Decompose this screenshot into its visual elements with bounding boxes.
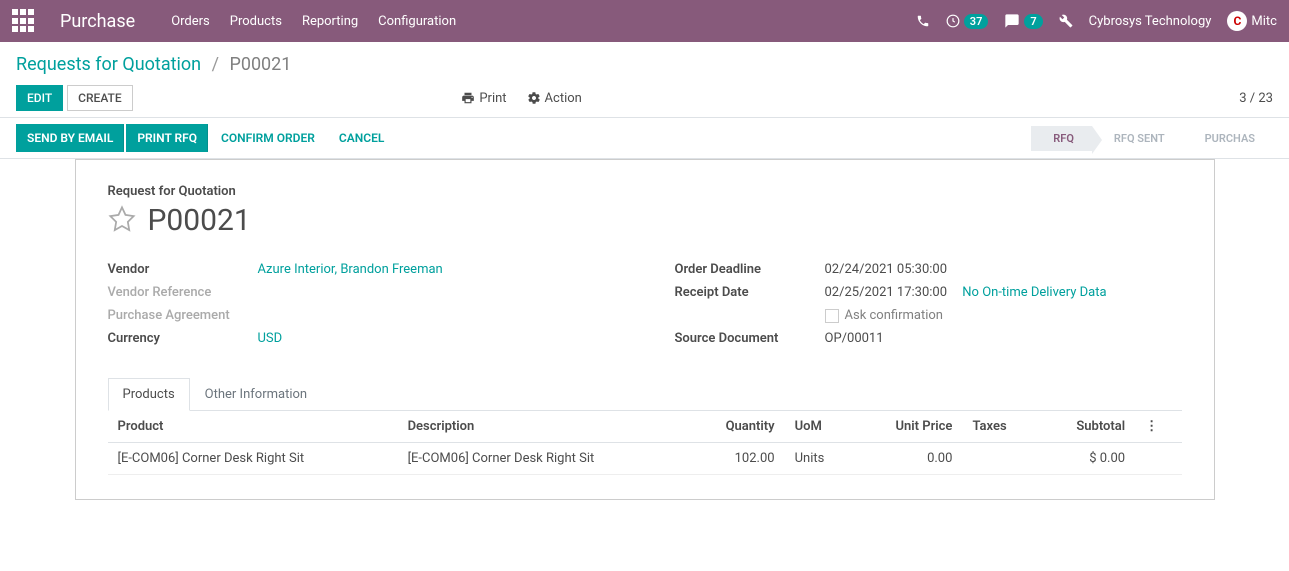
status-bar: Send by Email Print RFQ Confirm Order Ca…: [0, 117, 1289, 159]
label-source-document: Source Document: [675, 331, 825, 346]
status-step-rfq-sent[interactable]: RFQ SENT: [1092, 126, 1183, 151]
tab-other-information[interactable]: Other Information: [190, 378, 322, 411]
th-kebab-icon[interactable]: ⋮: [1135, 411, 1181, 443]
activity-icon[interactable]: 37: [946, 14, 989, 29]
app-title[interactable]: Purchase: [60, 11, 135, 32]
th-subtotal[interactable]: Subtotal: [1039, 411, 1136, 443]
cell-quantity: 102.00: [688, 443, 785, 475]
user-menu[interactable]: C Mitc: [1227, 11, 1277, 31]
ask-confirmation-checkbox[interactable]: [825, 309, 839, 323]
cancel-button[interactable]: Cancel: [328, 124, 395, 152]
cell-unit-price: 0.00: [854, 443, 962, 475]
breadcrumb-current: P00021: [229, 54, 291, 75]
status-step-rfq[interactable]: RFQ: [1031, 126, 1092, 151]
control-panel: Requests for Quotation / P00021 Edit Cre…: [0, 42, 1289, 117]
main-menu: Orders Products Reporting Configuration: [171, 14, 456, 29]
pager[interactable]: 3 / 23: [1239, 91, 1273, 106]
print-dropdown[interactable]: Print: [461, 91, 506, 106]
priority-star-icon[interactable]: [108, 205, 136, 237]
value-currency[interactable]: USD: [258, 331, 283, 346]
print-label: Print: [479, 91, 506, 106]
label-currency: Currency: [108, 331, 258, 346]
phone-icon[interactable]: [916, 14, 930, 28]
confirm-order-button[interactable]: Confirm Order: [210, 124, 326, 152]
th-taxes[interactable]: Taxes: [962, 411, 1038, 443]
company-switcher[interactable]: Cybrosys Technology: [1089, 14, 1212, 29]
form-tabs: Products Other Information: [108, 378, 1182, 411]
status-steps: RFQ RFQ SENT PURCHAS: [1031, 126, 1273, 151]
gear-icon: [527, 91, 541, 105]
activity-badge: 37: [964, 14, 989, 29]
debug-icon[interactable]: [1059, 14, 1073, 28]
send-by-email-button[interactable]: Send by Email: [16, 124, 124, 152]
form-subtitle: Request for Quotation: [108, 184, 1182, 199]
th-uom[interactable]: UoM: [785, 411, 855, 443]
receipt-date-text: 02/25/2021 17:30:00: [825, 285, 948, 300]
label-vendor: Vendor: [108, 262, 258, 277]
breadcrumb-separator: /: [212, 54, 219, 75]
cell-empty: [1135, 443, 1181, 475]
value-source-document: OP/00011: [825, 331, 1182, 346]
status-step-purchase[interactable]: PURCHAS: [1183, 126, 1273, 151]
th-unit-price[interactable]: Unit Price: [854, 411, 962, 443]
action-dropdown[interactable]: Action: [527, 91, 582, 106]
value-order-deadline: 02/24/2021 05:30:00: [825, 262, 1182, 277]
label-order-deadline: Order Deadline: [675, 262, 825, 277]
label-ask-confirmation: Ask confirmation: [845, 308, 944, 323]
record-title: P00021: [148, 203, 251, 238]
edit-button[interactable]: Edit: [16, 85, 63, 111]
form-sheet: Request for Quotation P00021 Vendor Azur…: [75, 159, 1215, 500]
menu-configuration[interactable]: Configuration: [378, 14, 456, 29]
value-vendor[interactable]: Azure Interior, Brandon Freeman: [258, 262, 443, 277]
delivery-info-link[interactable]: No On-time Delivery Data: [962, 285, 1106, 300]
menu-orders[interactable]: Orders: [171, 14, 210, 29]
label-receipt-date: Receipt Date: [675, 285, 825, 300]
value-receipt-date: 02/25/2021 17:30:00 No On-time Delivery …: [825, 285, 1182, 300]
discuss-icon[interactable]: 7: [1004, 13, 1042, 29]
cell-taxes: [962, 443, 1038, 475]
cell-uom: Units: [785, 443, 855, 475]
print-icon: [461, 91, 475, 105]
table-row[interactable]: [E-COM06] Corner Desk Right Sit [E-COM06…: [108, 443, 1182, 475]
create-button[interactable]: Create: [67, 85, 132, 111]
th-quantity[interactable]: Quantity: [688, 411, 785, 443]
apps-icon[interactable]: [12, 9, 36, 33]
avatar: C: [1227, 11, 1247, 31]
user-name: Mitc: [1251, 14, 1277, 29]
print-rfq-button[interactable]: Print RFQ: [126, 124, 208, 152]
menu-reporting[interactable]: Reporting: [302, 14, 358, 29]
breadcrumb-parent[interactable]: Requests for Quotation: [16, 54, 201, 75]
nav-right: 37 7 Cybrosys Technology C Mitc: [916, 11, 1277, 31]
breadcrumb: Requests for Quotation / P00021: [16, 54, 1273, 75]
th-description[interactable]: Description: [398, 411, 688, 443]
tab-products[interactable]: Products: [108, 378, 190, 411]
cell-product: [E-COM06] Corner Desk Right Sit: [108, 443, 398, 475]
label-vendor-ref: Vendor Reference: [108, 285, 258, 300]
action-label: Action: [545, 91, 582, 106]
cell-description: [E-COM06] Corner Desk Right Sit: [398, 443, 688, 475]
menu-products[interactable]: Products: [230, 14, 282, 29]
th-product[interactable]: Product: [108, 411, 398, 443]
discuss-badge: 7: [1024, 14, 1042, 29]
top-navbar: Purchase Orders Products Reporting Confi…: [0, 0, 1289, 42]
label-purchase-agreement: Purchase Agreement: [108, 308, 258, 323]
product-lines-table: Product Description Quantity UoM Unit Pr…: [108, 411, 1182, 475]
cell-subtotal: $ 0.00: [1039, 443, 1136, 475]
